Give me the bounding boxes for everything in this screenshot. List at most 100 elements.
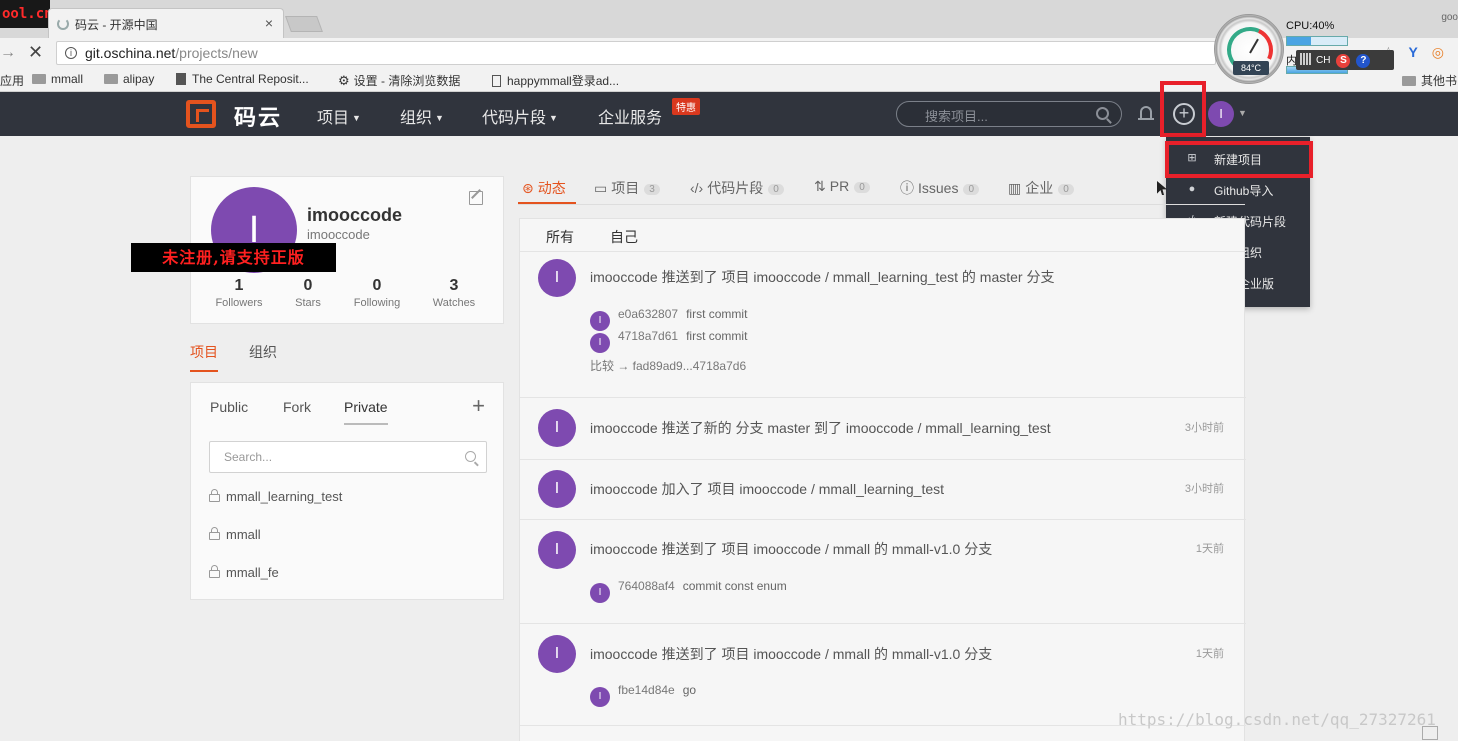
profile-name: imooccode xyxy=(307,205,403,225)
extension-y-icon[interactable]: Y xyxy=(1409,44,1418,60)
stat-followers[interactable]: 1 Followers xyxy=(211,277,267,309)
filter-public[interactable]: Public xyxy=(210,399,248,423)
event-text[interactable]: imooccode 加入了 项目 imooccode / mmall_learn… xyxy=(590,479,944,499)
event-text[interactable]: imooccode 推送到了 项目 imooccode / mmall_lear… xyxy=(590,267,1054,287)
add-project-button[interactable]: + xyxy=(472,393,485,419)
commit-row[interactable]: I 764088af4 commit const enum xyxy=(590,579,787,603)
commit-message: first commit xyxy=(686,329,748,343)
nav-label: 代码片段 xyxy=(482,110,547,127)
folder-icon xyxy=(104,74,118,84)
stat-stars[interactable]: 0 Stars xyxy=(287,277,329,309)
stop-loading-icon[interactable]: ✕ xyxy=(28,42,43,63)
tab-title: 码云 - 开源中国 xyxy=(75,18,158,32)
stat-number: 1 xyxy=(234,277,244,294)
nav-orgs[interactable]: 组织 ▼ xyxy=(400,104,444,128)
project-item[interactable]: mmall_learning_test xyxy=(209,489,342,504)
commit-message: first commit xyxy=(686,307,748,321)
commit-sha[interactable]: 764088af4 xyxy=(618,579,675,593)
commit-sha[interactable]: 4718a7d61 xyxy=(618,329,678,343)
new-tab-button[interactable] xyxy=(285,16,323,32)
project-item[interactable]: mmall xyxy=(209,527,261,542)
edit-icon[interactable] xyxy=(469,191,483,205)
bookmark-other[interactable]: 其他书 xyxy=(1402,72,1457,89)
event-avatar[interactable]: I xyxy=(538,409,576,447)
tab-pr[interactable]: ⇅ PR 0 xyxy=(814,178,870,195)
sogou-icon[interactable]: S xyxy=(1336,54,1351,68)
highlight-box-create xyxy=(1160,81,1206,137)
commit-row[interactable]: Ifbe14d84e go xyxy=(590,683,696,707)
help-icon[interactable]: ? xyxy=(1356,54,1371,68)
commit-message: go xyxy=(682,683,697,697)
divider xyxy=(520,623,1246,624)
filter-fork[interactable]: Fork xyxy=(283,399,311,423)
nav-enterprise[interactable]: 企业服务 特惠 xyxy=(598,98,700,128)
site-info-icon[interactable]: i xyxy=(65,47,77,59)
tab-projects[interactable]: 项目 xyxy=(190,342,218,372)
tab-label: 项目 xyxy=(611,180,640,196)
tab-snippets[interactable]: ‹/› 代码片段 0 xyxy=(690,178,784,198)
tab-projects-main[interactable]: ▭ 项目 3 xyxy=(594,178,660,198)
external-link-icon[interactable] xyxy=(1422,726,1438,740)
bookmark-settings[interactable]: ⚙ 设置 - 清除浏览数据 xyxy=(338,72,460,89)
tab-label: Issues xyxy=(918,180,959,196)
event-time: 3小时前 xyxy=(1184,422,1224,434)
event-avatar[interactable]: I xyxy=(538,531,576,569)
nav-snippets[interactable]: 代码片段 ▼ xyxy=(482,104,558,128)
feed-filter-self[interactable]: 自己 xyxy=(610,227,638,247)
project-item[interactable]: mmall_fe xyxy=(209,565,279,580)
tab-label: PR xyxy=(829,178,850,194)
tab-enterprise[interactable]: ▥ 企业 0 xyxy=(1008,178,1074,198)
url-input[interactable]: i git.oschina.net/projects/new xyxy=(56,41,1216,65)
commit-sha[interactable]: fbe14d84e xyxy=(618,683,675,697)
forward-arrow-icon[interactable]: → xyxy=(0,44,16,62)
ime-toolbar[interactable]: CH S? xyxy=(1296,50,1394,70)
project-name: mmall_learning_test xyxy=(226,489,343,504)
bookmark-central-repo[interactable]: The Central Reposit... xyxy=(176,72,309,86)
bookmark-alipay[interactable]: alipay xyxy=(104,72,154,86)
chevron-down-icon: ▼ xyxy=(435,113,444,123)
cpu-gauge: 84°C xyxy=(1214,14,1284,84)
event-avatar[interactable]: I xyxy=(538,635,576,673)
tab-issues[interactable]: ⓘ Issues 0 xyxy=(900,178,980,198)
event-avatar[interactable]: I xyxy=(538,470,576,508)
browser-tab[interactable]: 码云 - 开源中国 × xyxy=(48,8,284,38)
compare-link[interactable]: 比较 → fad89ad9...4718a7d6 xyxy=(590,357,746,374)
nav-label: 组织 xyxy=(400,110,433,127)
bell-icon[interactable] xyxy=(1138,104,1154,122)
event-avatar[interactable]: I xyxy=(538,259,576,297)
search-icon[interactable] xyxy=(1096,107,1109,120)
project-search-input[interactable]: 搜索项目... xyxy=(896,101,1122,127)
search-icon xyxy=(465,451,476,462)
bookmark-apps[interactable]: 应用 xyxy=(0,72,24,89)
loading-spinner-icon xyxy=(57,18,69,30)
chevron-down-icon[interactable]: ▼ xyxy=(1238,108,1247,118)
chevron-down-icon: ▼ xyxy=(549,113,558,123)
event-text[interactable]: imooccode 推送了新的 分支 master 到了 imooccode /… xyxy=(590,418,1051,438)
stat-following[interactable]: 0 Following xyxy=(347,277,407,309)
feed-filter-all[interactable]: 所有 xyxy=(546,227,574,247)
commit-sha[interactable]: e0a632807 xyxy=(618,307,678,321)
stat-label: Followers xyxy=(215,297,263,309)
filter-private[interactable]: Private xyxy=(344,399,388,425)
event-text[interactable]: imooccode 推送到了 项目 imooccode / mmall 的 mm… xyxy=(590,539,992,559)
folder-icon xyxy=(32,74,46,84)
projects-card: Public Fork Private + Search... mmall_le… xyxy=(190,382,504,600)
project-filter-input[interactable]: Search... xyxy=(209,441,487,473)
bookmark-mmall[interactable]: mmall xyxy=(32,72,83,86)
user-avatar[interactable]: I xyxy=(1208,101,1234,127)
event-time: 1天前 xyxy=(1195,648,1224,660)
main-tabs: ⊛ 动态 ▭ 项目 3 ‹/› 代码片段 0 ⇅ PR 0 ⓘ Issues 0 ▥ 企业 0 xyxy=(518,176,1258,206)
tab-activity[interactable]: ⊛ 动态 xyxy=(522,178,566,198)
commit-row[interactable]: I 4718a7d61 first commit xyxy=(590,329,747,353)
stat-watches[interactable]: 3 Watches xyxy=(425,277,483,309)
nav-projects[interactable]: 项目 ▼ xyxy=(317,104,361,128)
bookmark-happymmall[interactable]: happymmall登录ad... xyxy=(492,72,619,89)
stat-label: Stars xyxy=(295,297,321,309)
folder-icon: ▭ xyxy=(594,180,608,196)
tab-orgs[interactable]: 组织 xyxy=(249,342,277,370)
event-text[interactable]: imooccode 推送到了 项目 imooccode / mmall 的 mm… xyxy=(590,644,992,664)
event-time: 3小时前 xyxy=(1184,483,1224,495)
commit-row[interactable]: Ie0a632807 first commit xyxy=(590,307,747,331)
extension-circle-icon[interactable]: ◎ xyxy=(1432,44,1444,60)
tab-close-icon[interactable]: × xyxy=(265,15,273,31)
